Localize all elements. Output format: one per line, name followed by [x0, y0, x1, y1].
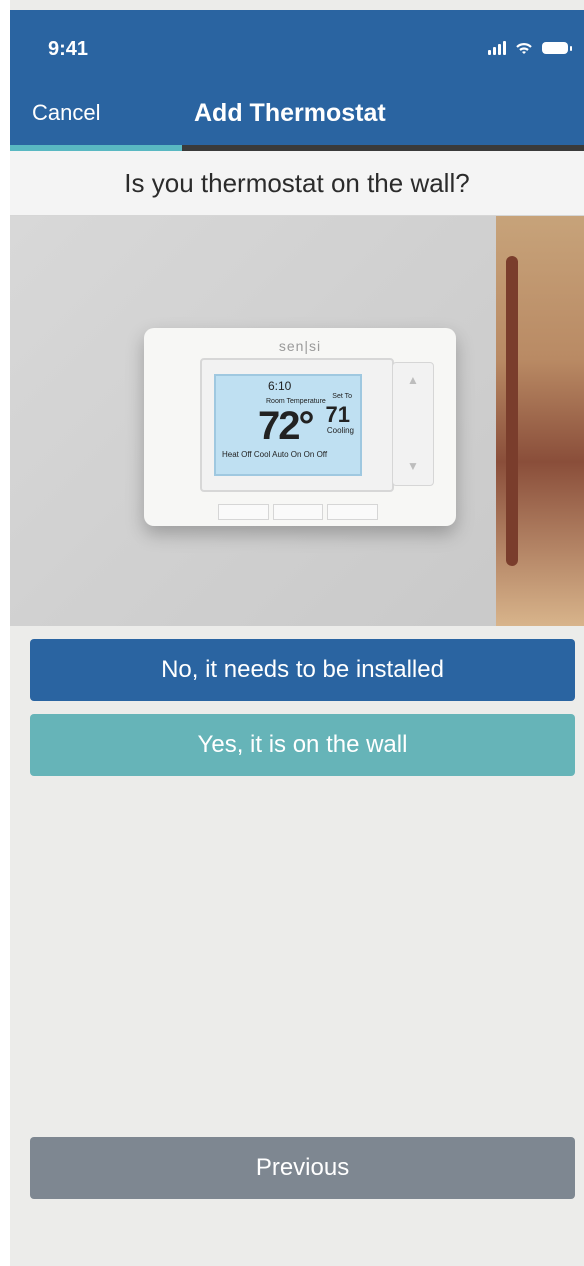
thermostat-button-right	[327, 504, 379, 520]
lcd-bottom-row: Heat Off Cool Auto On On Off	[222, 450, 328, 459]
lcd-set-temp: 71	[325, 402, 350, 427]
status-time: 9:41	[48, 38, 89, 60]
down-arrow-icon: ▼	[407, 459, 419, 473]
lcd-mode: Cooling	[326, 426, 354, 435]
thermostat-screen: 6:10 Room Temperature 72° Set To 71 Cool…	[200, 358, 394, 492]
on-wall-button[interactable]: Yes, it is on the wall	[30, 714, 575, 776]
thermostat-button-left	[218, 504, 269, 520]
lcd-set-label: Set To	[332, 393, 352, 400]
question-text: Is you thermostat on the wall?	[124, 167, 470, 198]
cancel-button[interactable]: Cancel	[32, 100, 100, 126]
thermostat-buttons	[218, 504, 379, 520]
status-icons	[488, 40, 572, 56]
thermostat-photo: sen|si 6:10 Room Temperature 72° Set To …	[10, 216, 584, 626]
up-arrow-icon: ▲	[407, 373, 419, 387]
battery-icon	[542, 42, 572, 54]
thermostat-lcd: 6:10 Room Temperature 72° Set To 71 Cool…	[214, 374, 362, 476]
lcd-clock: 6:10	[268, 379, 292, 393]
header: 9:41 Cancel Add Thermostat	[10, 10, 584, 151]
lcd-room-temp: 72°	[258, 404, 314, 448]
left-edge	[0, 0, 10, 1266]
thermostat-updown: ▲ ▼	[392, 362, 434, 486]
thermostat-brand: sen|si	[278, 338, 322, 354]
needs-install-button[interactable]: No, it needs to be installed	[30, 639, 575, 701]
question-bar: Is you thermostat on the wall?	[10, 151, 584, 216]
app-screen: 9:41 Cancel Add Thermostat Is you thermo…	[0, 0, 584, 1266]
signal-icon	[488, 41, 506, 55]
wifi-icon	[516, 43, 532, 54]
thermostat-device: sen|si 6:10 Room Temperature 72° Set To …	[144, 328, 456, 526]
page-title: Add Thermostat	[194, 99, 386, 127]
background-room	[496, 216, 584, 626]
thermostat-button-middle	[272, 504, 324, 520]
previous-button[interactable]: Previous	[30, 1137, 575, 1199]
